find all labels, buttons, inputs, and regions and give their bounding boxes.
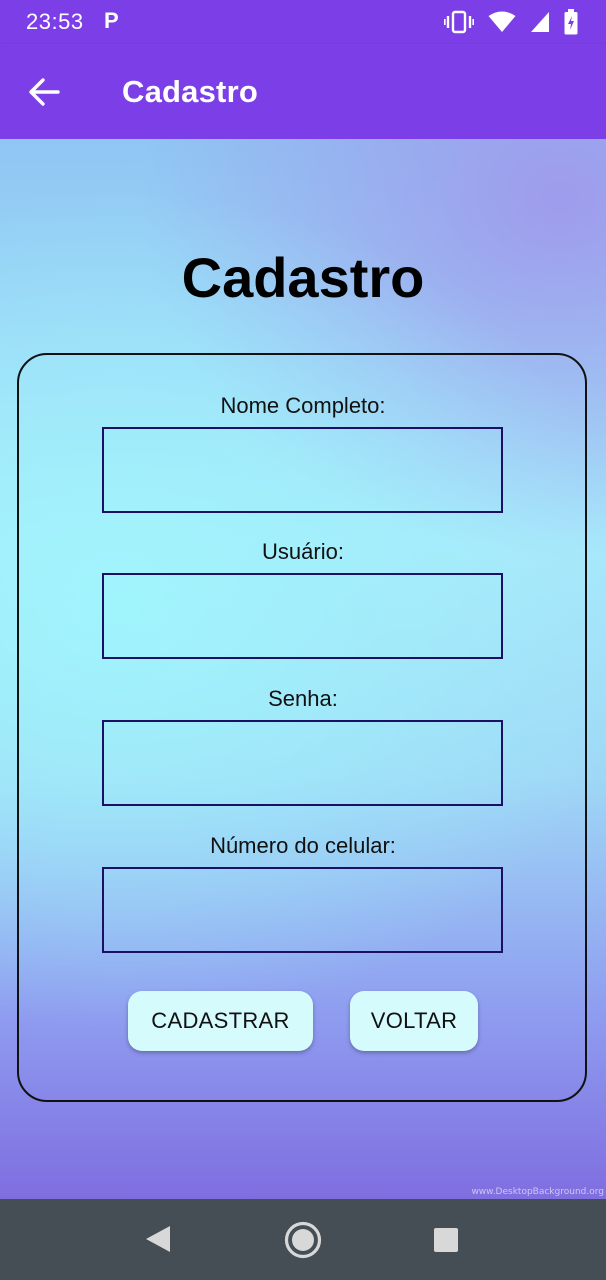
home-circle-icon[interactable] bbox=[284, 1221, 322, 1259]
content-area: Cadastro Nome Completo: Usuário: Senha: … bbox=[0, 139, 606, 1199]
username-label: Usuário: bbox=[262, 539, 344, 564]
password-label: Senha: bbox=[268, 686, 338, 711]
vibrate-icon bbox=[444, 10, 474, 34]
recents-square-icon[interactable] bbox=[433, 1227, 459, 1253]
page-heading: Cadastro bbox=[181, 246, 425, 309]
phone-number-label: Número do celular: bbox=[210, 833, 396, 858]
register-button[interactable]: CADASTRAR bbox=[128, 991, 313, 1051]
full-name-input[interactable] bbox=[102, 427, 503, 513]
navigation-bar bbox=[0, 1199, 606, 1280]
status-time: 23:53 bbox=[26, 9, 84, 34]
full-name-label: Nome Completo: bbox=[220, 393, 386, 418]
username-input[interactable] bbox=[102, 573, 503, 659]
back-button[interactable]: VOLTAR bbox=[350, 991, 478, 1051]
battery-icon bbox=[564, 9, 578, 35]
app-bar: Cadastro bbox=[0, 44, 606, 139]
password-input[interactable] bbox=[102, 720, 503, 806]
notification-icon: P bbox=[104, 8, 119, 33]
app-bar-title: Cadastro bbox=[122, 74, 258, 109]
back-triangle-icon[interactable] bbox=[144, 1224, 172, 1254]
phone-number-input[interactable] bbox=[102, 867, 503, 953]
wifi-icon bbox=[488, 11, 516, 32]
arrow-left-icon[interactable] bbox=[26, 74, 62, 110]
signal-icon bbox=[531, 12, 549, 32]
status-icons bbox=[444, 9, 578, 35]
status-bar: 23:53 P bbox=[0, 0, 606, 44]
watermark: www.DesktopBackground.org bbox=[471, 1187, 604, 1197]
